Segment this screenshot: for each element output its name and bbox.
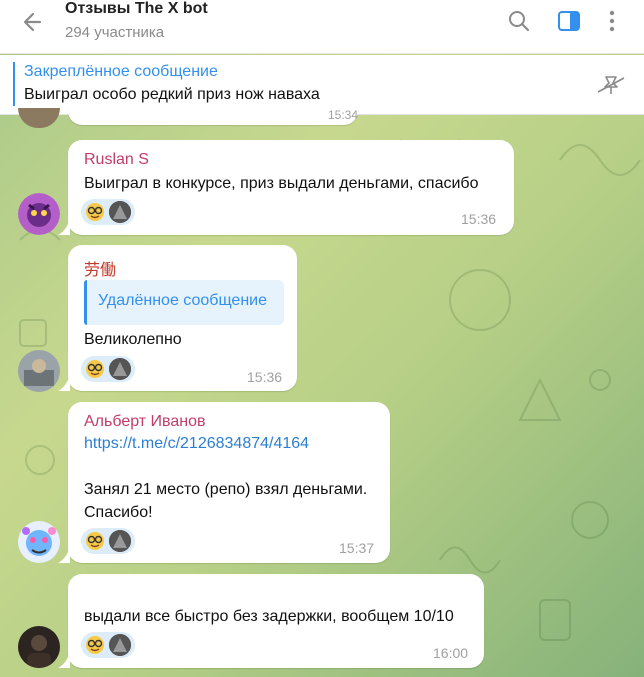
message-text: Спасибо!: [84, 504, 153, 521]
reaction-chip[interactable]: [81, 356, 135, 382]
message-author[interactable]: Альберт Иванов: [84, 413, 206, 431]
chat-title[interactable]: Отзывы The X bot: [65, 0, 208, 18]
message-time: 15:36: [247, 369, 283, 385]
reactor-avatar: [109, 634, 131, 656]
bubble-tail: [58, 547, 70, 563]
avatar[interactable]: [18, 108, 60, 128]
pinned-title: Закреплённое сообщение: [24, 63, 218, 80]
message-time: 15:34: [328, 108, 359, 122]
back-arrow-icon[interactable]: [18, 8, 50, 36]
avatar-user[interactable]: [18, 626, 60, 668]
search-icon[interactable]: [507, 9, 531, 33]
more-vertical-icon[interactable]: [600, 9, 624, 33]
message-author[interactable]: Ruslan S: [84, 151, 149, 169]
avatar-user[interactable]: [18, 350, 60, 392]
avatar-ruslan[interactable]: [18, 193, 60, 235]
member-count: 294 участника: [65, 24, 165, 41]
message-text: выдали все быстро без задержки, вообщем …: [84, 608, 454, 625]
unpin-icon[interactable]: [594, 74, 628, 96]
message-text: Выиграл в конкурсе, приз выдали деньгами…: [84, 175, 479, 192]
message-link[interactable]: https://t.me/c/2126834874/4164: [84, 432, 309, 455]
nerd-face-emoji-icon: [85, 531, 105, 551]
message-time: 15:36: [461, 211, 497, 227]
bubble-tail: [58, 219, 70, 235]
bubble-tail: [58, 375, 70, 391]
message-time: 16:00: [433, 645, 469, 661]
pinned-text: Выиграл особо редкий приз нож наваха: [24, 86, 320, 103]
message-text: Великолепно: [84, 331, 182, 348]
nerd-face-emoji-icon: [85, 359, 105, 379]
reaction-chip[interactable]: [81, 632, 135, 658]
reply-quote-text: Удалённое сообщение: [98, 292, 267, 309]
nerd-face-emoji-icon: [85, 202, 105, 222]
reactor-avatar: [109, 358, 131, 380]
message-time: 15:37: [339, 540, 375, 556]
bubble-tail: [58, 652, 70, 668]
avatar-albert[interactable]: [18, 521, 60, 563]
reply-accent-bar: [84, 280, 87, 325]
sidebar-panel-icon[interactable]: [557, 9, 581, 33]
reactor-avatar: [109, 530, 131, 552]
reaction-chip[interactable]: [81, 528, 135, 554]
nerd-face-emoji-icon: [85, 635, 105, 655]
message-text: Занял 21 место (репо) взял деньгами.: [84, 481, 368, 498]
reaction-chip[interactable]: [81, 199, 135, 225]
reactor-avatar: [109, 201, 131, 223]
chat-header: Отзывы The X bot 294 участника: [0, 0, 644, 54]
pinned-accent-bar: [13, 62, 15, 106]
message-bubble-previous[interactable]: [68, 108, 358, 125]
message-author[interactable]: 劳働: [84, 256, 116, 280]
